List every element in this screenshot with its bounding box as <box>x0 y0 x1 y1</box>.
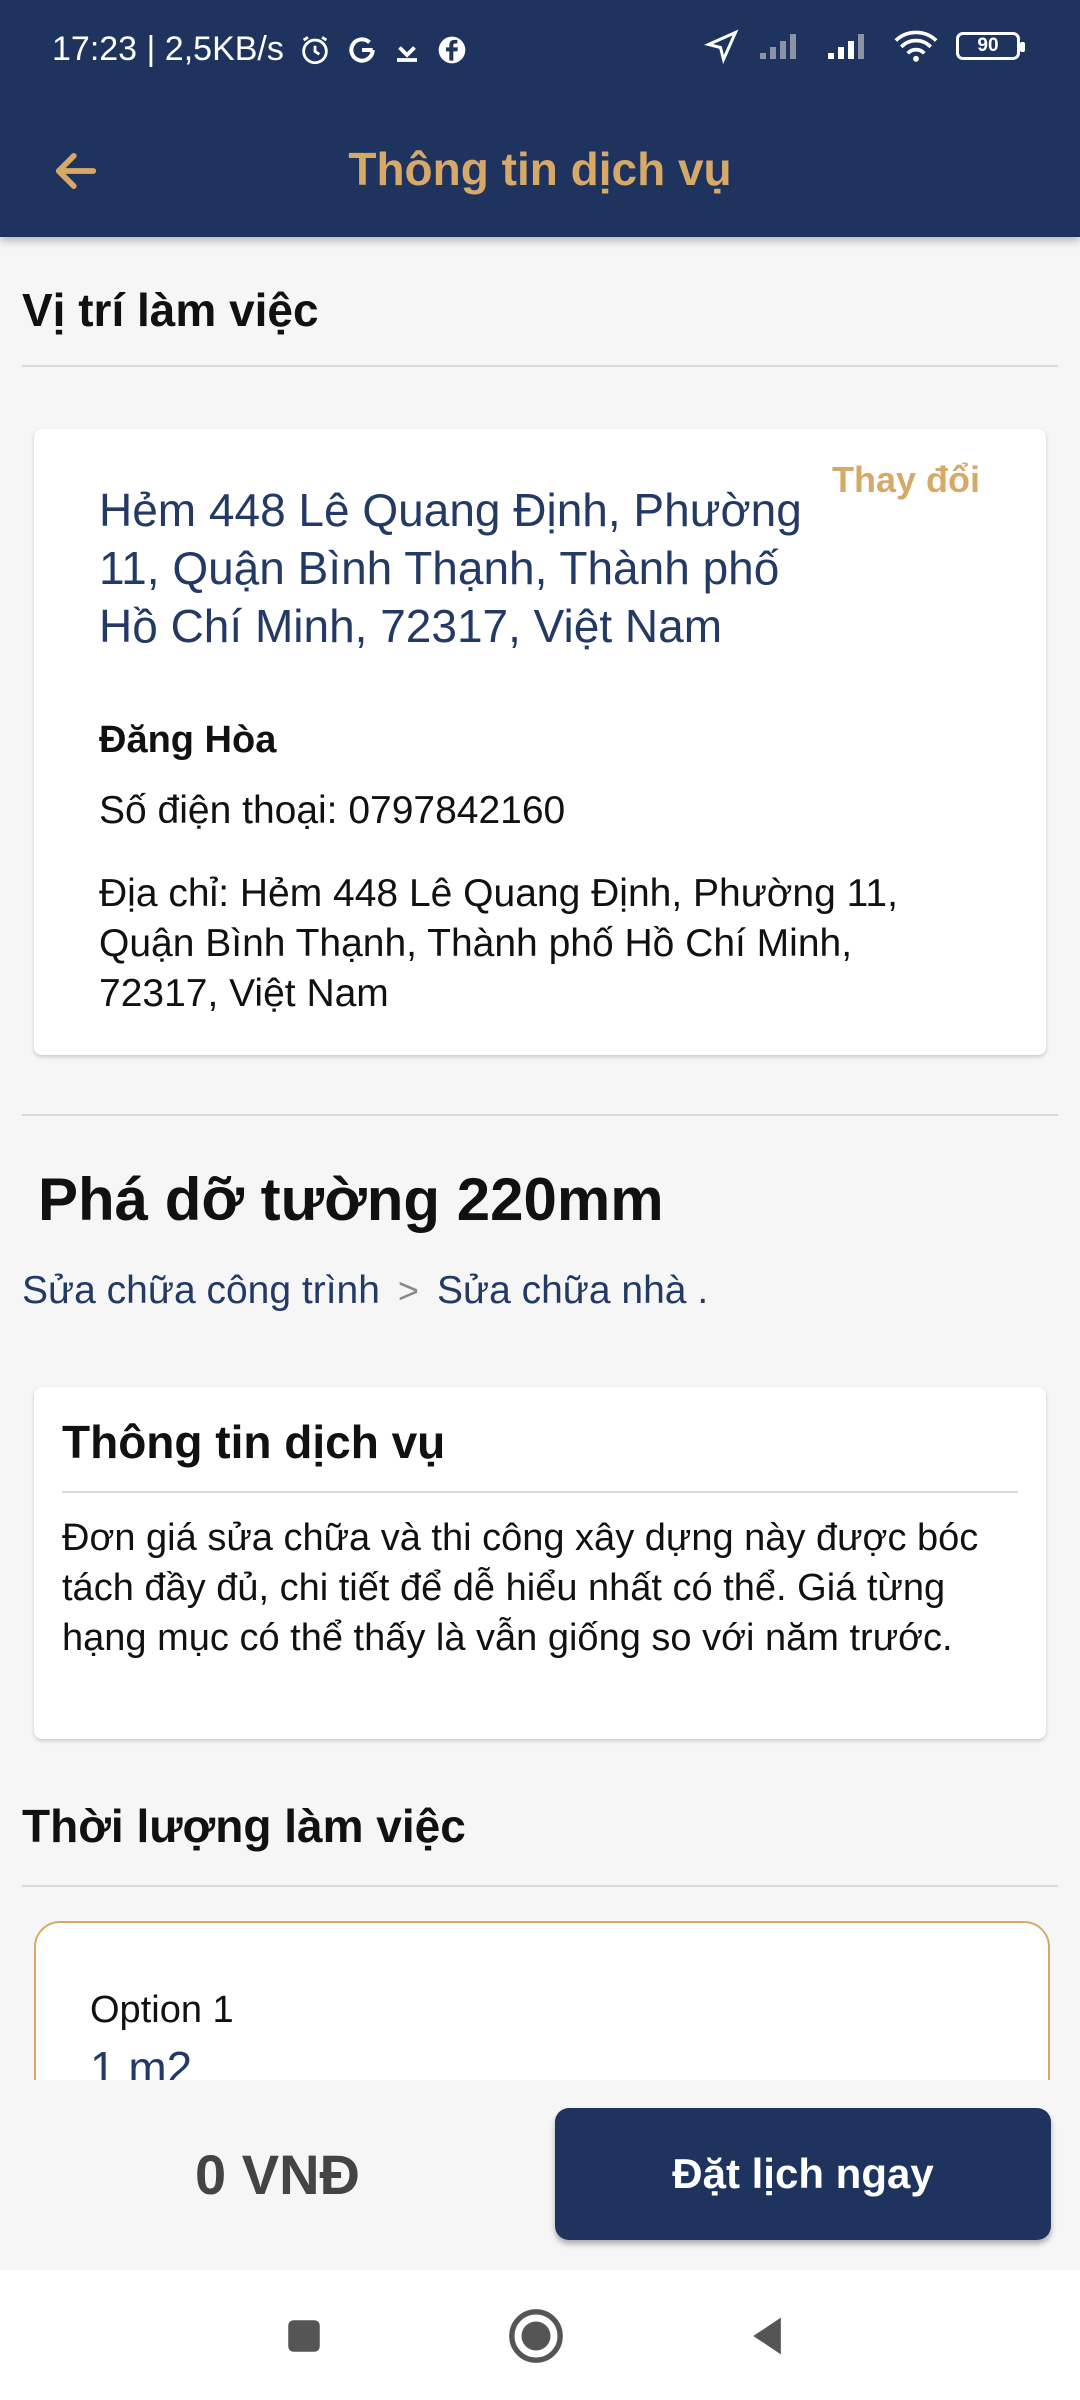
contact-name: Đăng Hòa <box>99 719 277 761</box>
option-value: 1 m2 <box>90 2042 193 2080</box>
system-nav-bar <box>0 2270 1080 2400</box>
breadcrumb-separator: > <box>397 1270 419 1311</box>
work-duration-heading: Thời lượng làm việc <box>22 1800 466 1852</box>
recents-button[interactable] <box>272 2304 336 2368</box>
breadcrumb: Sửa chữa công trình > Sửa chữa nhà . <box>22 1269 708 1313</box>
home-circle-icon <box>509 2309 563 2363</box>
location-icon <box>704 29 739 64</box>
duration-option-card[interactable]: Option 1 1 m2 <box>34 1921 1050 2080</box>
download-icon <box>396 45 417 62</box>
content-scroll[interactable]: Vị trí làm việc Hẻm 448 Lê Quang Định, P… <box>0 237 1080 2080</box>
total-price: 0 VNĐ <box>195 2143 360 2206</box>
book-now-button[interactable]: Đặt lịch ngay <box>555 2108 1051 2240</box>
divider <box>22 365 1058 367</box>
breadcrumb-item-subcategory[interactable]: Sửa chữa nhà . <box>437 1269 708 1313</box>
status-right: 90 <box>704 28 1025 64</box>
location-card: Hẻm 448 Lê Quang Định, Phường 11, Quận B… <box>34 429 1046 1055</box>
signal-icon <box>828 34 864 59</box>
alarm-icon <box>302 35 328 64</box>
contact-address: Địa chỉ: Hẻm 448 Lê Quang Định, Phường 1… <box>99 872 898 1015</box>
divider <box>22 1885 1058 1887</box>
work-location-heading: Vị trí làm việc <box>22 284 319 336</box>
service-name: Phá dỡ tường 220mm <box>38 1166 664 1233</box>
address-title: Hẻm 448 Lê Quang Định, Phường 11, Quận B… <box>99 484 802 652</box>
back-nav-button[interactable] <box>736 2304 800 2368</box>
status-left: 17:23 | 2,5KB/s <box>52 30 468 69</box>
facebook-icon <box>438 36 466 63</box>
back-triangle-icon <box>753 2317 781 2355</box>
service-info-heading: Thông tin dịch vụ <box>62 1416 446 1468</box>
home-button[interactable] <box>504 2304 568 2368</box>
square-icon <box>288 2320 320 2352</box>
battery-level: 90 <box>977 35 999 56</box>
page-title: Thông tin dịch vụ <box>348 143 732 195</box>
breadcrumb-item-category[interactable]: Sửa chữa công trình <box>22 1269 380 1313</box>
service-info-text: Đơn giá sửa chữa và thi công xây dựng nà… <box>62 1517 979 1659</box>
change-location-link[interactable]: Thay đổi <box>832 459 980 501</box>
status-bar: 17:23 | 2,5KB/s 90 <box>0 0 1080 105</box>
google-icon <box>349 36 375 63</box>
status-time-speed: 17:23 | 2,5KB/s <box>52 30 284 68</box>
signal-icon <box>760 34 796 59</box>
battery-icon: 90 <box>956 32 1025 60</box>
wifi-icon <box>894 30 938 62</box>
bottom-action-bar: 0 VNĐ Đặt lịch ngay <box>0 2080 1080 2270</box>
divider <box>22 1114 1058 1116</box>
service-info-card: Thông tin dịch vụ Đơn giá sửa chữa và th… <box>34 1387 1046 1739</box>
option-label: Option 1 <box>90 1989 234 2031</box>
divider <box>62 1491 1018 1493</box>
app-bar: Thông tin dịch vụ <box>0 105 1080 237</box>
contact-phone: Số điện thoại: 0797842160 <box>99 789 566 832</box>
